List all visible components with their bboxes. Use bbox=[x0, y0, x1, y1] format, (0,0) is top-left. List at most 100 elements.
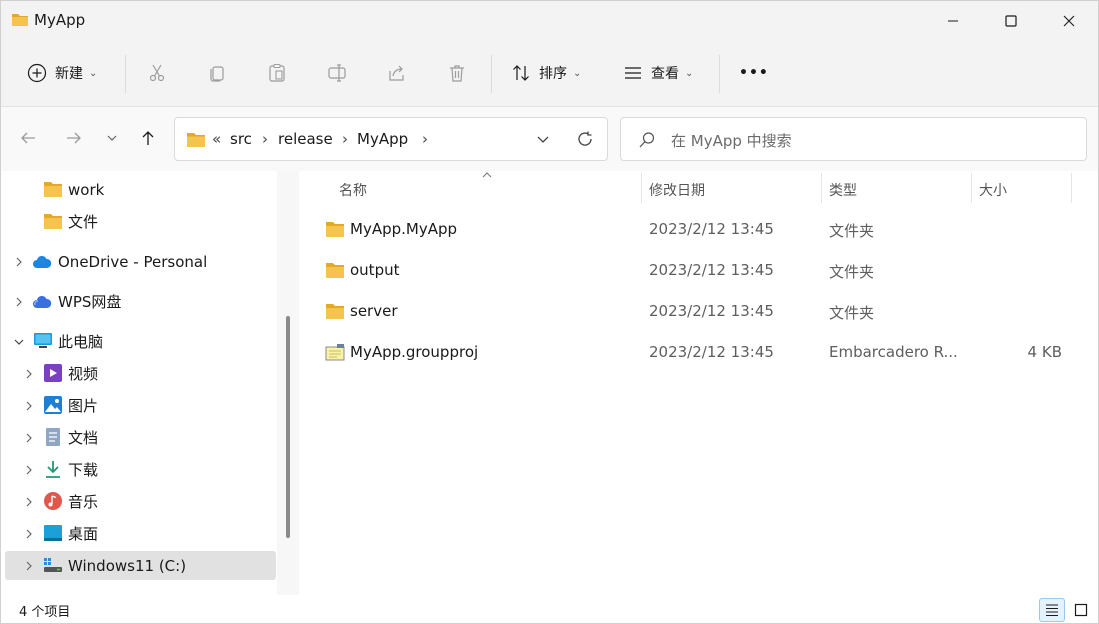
address-bar[interactable]: « src › release › MyApp › bbox=[174, 117, 608, 161]
chevron-right-icon[interactable] bbox=[23, 432, 35, 444]
chevron-down-icon[interactable] bbox=[536, 134, 550, 146]
folder-icon bbox=[44, 214, 62, 229]
file-row[interactable]: MyApp.groupproj 2023/2/12 13:45 Embarcad… bbox=[311, 332, 1071, 373]
large-icons-view-button[interactable] bbox=[1068, 598, 1094, 622]
chevron-right-icon[interactable] bbox=[23, 528, 35, 540]
sidebar-item-label: 此电脑 bbox=[58, 333, 104, 351]
sidebar-item-onedrive[interactable]: OneDrive - Personal bbox=[5, 247, 276, 276]
maximize-button[interactable] bbox=[982, 1, 1040, 41]
computer-icon bbox=[34, 333, 52, 348]
cut-icon bbox=[149, 64, 165, 82]
breadcrumb-separator[interactable]: › bbox=[262, 130, 268, 148]
delete-button[interactable] bbox=[447, 55, 467, 91]
rename-button[interactable] bbox=[327, 55, 347, 91]
arrow-left-icon bbox=[21, 132, 35, 144]
title-bar: MyApp bbox=[1, 1, 1098, 41]
sort-label: 排序 bbox=[539, 66, 567, 82]
chevron-right-icon[interactable] bbox=[23, 560, 35, 572]
back-button[interactable] bbox=[13, 123, 43, 153]
breadcrumb-myapp[interactable]: MyApp bbox=[357, 130, 408, 148]
sidebar-item-label: 桌面 bbox=[68, 525, 99, 543]
file-type: 文件夹 bbox=[829, 263, 875, 281]
trash-icon bbox=[450, 65, 464, 82]
refresh-icon[interactable] bbox=[576, 130, 594, 148]
chevron-down-icon bbox=[107, 135, 117, 141]
breadcrumb-separator[interactable]: › bbox=[422, 130, 428, 148]
breadcrumb-separator[interactable]: › bbox=[342, 130, 348, 148]
file-type: 文件夹 bbox=[829, 304, 875, 322]
sidebar-item-videos[interactable]: 视频 bbox=[5, 359, 276, 388]
folder-icon bbox=[326, 263, 344, 278]
file-date: 2023/2/12 13:45 bbox=[649, 261, 774, 279]
rename-icon bbox=[328, 64, 346, 82]
sidebar-item-this-pc[interactable]: 此电脑 bbox=[5, 327, 276, 356]
details-view-button[interactable] bbox=[1039, 598, 1065, 622]
breadcrumb-release[interactable]: release bbox=[278, 130, 333, 148]
tiles-view-icon bbox=[1074, 603, 1088, 617]
sidebar-item-documents[interactable]: 文档 bbox=[5, 423, 276, 452]
file-date: 2023/2/12 13:45 bbox=[649, 220, 774, 238]
chevron-down-icon[interactable] bbox=[13, 336, 25, 348]
divider bbox=[125, 55, 126, 93]
sidebar-item-downloads[interactable]: 下载 bbox=[5, 455, 276, 484]
up-button[interactable] bbox=[133, 123, 163, 153]
sidebar-item-files[interactable]: 文件 bbox=[5, 207, 276, 236]
details-view-icon bbox=[1046, 604, 1058, 617]
paste-button[interactable] bbox=[267, 55, 287, 91]
sort-button[interactable]: 排序 ⌄ bbox=[511, 55, 581, 91]
file-row[interactable]: server 2023/2/12 13:45 文件夹 bbox=[311, 291, 1071, 332]
file-row[interactable]: MyApp.MyApp 2023/2/12 13:45 文件夹 bbox=[311, 209, 1071, 250]
sidebar-item-music[interactable]: 音乐 bbox=[5, 487, 276, 516]
search-input[interactable]: 在 MyApp 中搜索 bbox=[620, 117, 1087, 161]
sidebar-scrollbar-thumb[interactable] bbox=[286, 316, 290, 538]
folder-icon bbox=[12, 14, 28, 26]
sidebar-item-desktop[interactable]: 桌面 bbox=[5, 519, 276, 548]
chevron-right-icon[interactable] bbox=[23, 368, 35, 380]
file-type: 文件夹 bbox=[829, 222, 875, 240]
column-divider[interactable] bbox=[1071, 173, 1072, 203]
breadcrumb-overflow[interactable]: « bbox=[212, 130, 221, 148]
documents-icon bbox=[46, 428, 60, 446]
onedrive-cloud-icon bbox=[33, 255, 52, 268]
chevron-right-icon[interactable] bbox=[23, 400, 35, 412]
forward-button[interactable] bbox=[59, 123, 89, 153]
sidebar-item-label: Windows11 (C:) bbox=[68, 556, 187, 575]
arrow-right-icon bbox=[67, 132, 81, 144]
sidebar-item-work[interactable]: work bbox=[5, 175, 276, 204]
recent-locations-button[interactable] bbox=[97, 123, 127, 153]
more-options-button[interactable]: ••• bbox=[739, 55, 769, 91]
share-button[interactable] bbox=[387, 55, 407, 91]
chevron-right-icon[interactable] bbox=[13, 256, 25, 268]
folder-icon bbox=[44, 182, 62, 197]
column-divider[interactable] bbox=[821, 173, 822, 203]
view-button[interactable]: 查看 ⌄ bbox=[623, 55, 693, 91]
column-divider[interactable] bbox=[971, 173, 972, 203]
sidebar-item-wps-drive[interactable]: WPS网盘 bbox=[5, 287, 276, 316]
breadcrumb-src[interactable]: src bbox=[230, 130, 252, 148]
column-divider[interactable] bbox=[641, 173, 642, 203]
file-row[interactable]: output 2023/2/12 13:45 文件夹 bbox=[311, 250, 1071, 291]
navigation-pane: work 文件 OneDrive - Personal WPS网盘 此电脑 视频… bbox=[1, 171, 299, 595]
minimize-button[interactable] bbox=[924, 1, 982, 41]
plus-circle-icon bbox=[27, 63, 47, 83]
close-button[interactable] bbox=[1040, 1, 1098, 41]
copy-button[interactable] bbox=[207, 55, 227, 91]
chevron-right-icon[interactable] bbox=[13, 296, 25, 308]
chevron-down-icon: ⌄ bbox=[573, 67, 582, 79]
sidebar-item-label: 图片 bbox=[68, 397, 99, 415]
sidebar-item-label: 下载 bbox=[68, 461, 99, 479]
sort-ascending-icon bbox=[482, 172, 492, 178]
sidebar-item-label: 视频 bbox=[68, 365, 99, 383]
folder-icon bbox=[187, 133, 205, 147]
music-icon bbox=[44, 492, 62, 510]
chevron-right-icon[interactable] bbox=[23, 464, 35, 476]
sidebar-item-label: 文档 bbox=[68, 429, 99, 447]
folder-icon bbox=[326, 222, 344, 237]
sidebar-item-drive-c[interactable]: Windows11 (C:) bbox=[5, 551, 276, 580]
folder-icon bbox=[326, 304, 344, 319]
chevron-right-icon[interactable] bbox=[23, 496, 35, 508]
new-button[interactable]: 新建 ⌄ bbox=[27, 55, 97, 91]
sidebar-item-pictures[interactable]: 图片 bbox=[5, 391, 276, 420]
copy-icon bbox=[210, 66, 224, 82]
cut-button[interactable] bbox=[147, 55, 167, 91]
